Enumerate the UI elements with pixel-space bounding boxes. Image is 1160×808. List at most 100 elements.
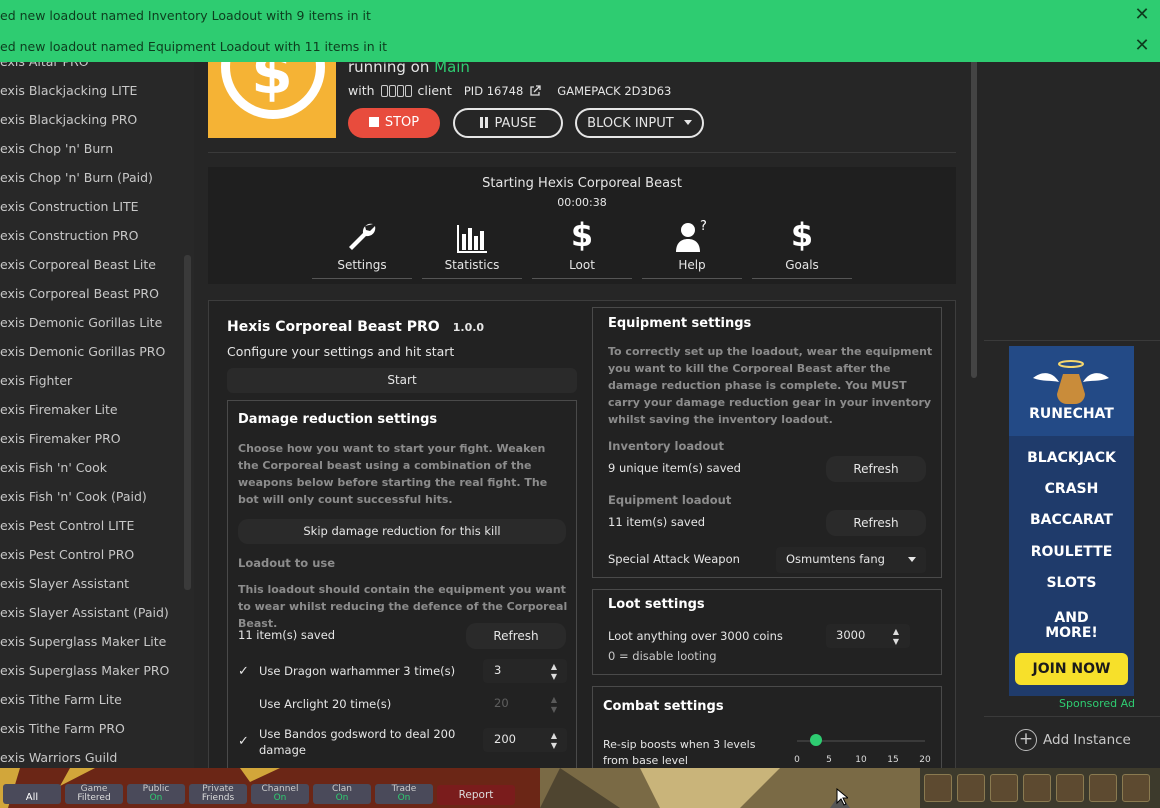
chat-filter-button[interactable]: Channel On	[251, 784, 309, 804]
sidebar-item[interactable]: exis Blackjacking LITE	[0, 76, 190, 105]
chevron-down-icon	[683, 120, 692, 125]
client-label: client	[417, 83, 452, 98]
loot-tab[interactable]: $ Loot	[532, 216, 632, 279]
chevron-down-icon	[908, 557, 916, 562]
script-version: 1.0.0	[452, 321, 485, 334]
run-timer: 00:00:38	[557, 196, 607, 209]
svg-text:?: ?	[700, 219, 707, 234]
chat-filter-button[interactable]: Game Filtered	[65, 784, 123, 804]
refresh-loadout-button[interactable]: Refresh	[466, 623, 566, 649]
dwh-checkbox[interactable]: ✓	[238, 664, 249, 679]
ad-line: BLACKJACK	[1027, 450, 1116, 466]
sidebar-item[interactable]: exis Construction LITE	[0, 192, 190, 221]
script-list-sidebar: exis Altar PROexis Blackjacking LITEexis…	[0, 0, 194, 768]
mouse-cursor-icon	[836, 788, 848, 806]
dwh-count-input[interactable]: 3 ▲ ▼	[483, 659, 567, 683]
ad-join-now-button[interactable]: JOIN NOW	[1015, 653, 1128, 685]
special-attack-select[interactable]: Osmumtens fang	[776, 547, 926, 573]
bgs-checkbox[interactable]: ✓	[238, 734, 249, 749]
start-button[interactable]: Start	[227, 368, 577, 393]
stepper-up-icon[interactable]: ▲	[891, 627, 901, 636]
sidebar-item[interactable]: exis Pest Control LITE	[0, 511, 190, 540]
close-icon[interactable]: ✕	[1132, 31, 1152, 62]
block-input-dropdown[interactable]: BLOCK INPUT	[575, 108, 704, 138]
sponsored-ad[interactable]: RUNECHAT BLACKJACK CRASH BACCARAT ROULETTE S…	[1009, 346, 1134, 696]
chat-filter-button[interactable]: All	[3, 784, 61, 804]
slider-tick-label: 0	[794, 755, 800, 765]
sidebar-item[interactable]: exis Blackjacking PRO	[0, 105, 190, 134]
sidebar-scrollbar[interactable]	[184, 255, 191, 590]
equipment-saved-count: 11 item(s) saved	[608, 515, 706, 529]
goals-tab[interactable]: $ Goals	[752, 216, 852, 279]
sidebar-item[interactable]: exis Corporeal Beast PRO	[0, 279, 190, 308]
statistics-tab[interactable]: Statistics	[422, 216, 522, 279]
sidebar-item[interactable]: exis Demonic Gorillas Lite	[0, 308, 190, 337]
bgs-damage-input[interactable]: 200 ▲ ▼	[483, 728, 567, 752]
chat-filter-button[interactable]: Clan On	[313, 784, 371, 804]
add-instance-button[interactable]: + Add Instance	[1015, 729, 1131, 751]
sidebar-item[interactable]: exis Superglass Maker Lite	[0, 627, 190, 656]
quests-icon[interactable]	[990, 774, 1018, 802]
sidebar-item[interactable]: exis Firemaker Lite	[0, 395, 190, 424]
stepper-up-icon[interactable]: ▲	[549, 731, 559, 740]
script-logo: $	[208, 50, 336, 138]
magic-icon[interactable]	[1122, 774, 1150, 802]
stepper-down-icon[interactable]: ▼	[549, 672, 559, 681]
loot-threshold-input[interactable]: 3000 ▲ ▼	[826, 624, 910, 648]
sidebar-item[interactable]: exis Fighter	[0, 366, 190, 395]
stepper-down-icon[interactable]: ▼	[549, 705, 559, 714]
gamepack-label: GAMEPACK 2D3D63	[557, 83, 672, 98]
sidebar-item[interactable]: exis Chop 'n' Burn	[0, 134, 190, 163]
sidebar-item[interactable]: exis Warriors Guild	[0, 743, 190, 768]
report-button[interactable]: Report	[437, 785, 515, 805]
sidebar-item[interactable]: exis Tithe Farm Lite	[0, 685, 190, 714]
dwh-label: Use Dragon warhammer 3 time(s)	[259, 664, 456, 678]
help-tab[interactable]: ? Help	[642, 216, 742, 279]
arclight-count-input[interactable]: 20 ▲ ▼	[483, 692, 567, 716]
sidebar-item[interactable]: exis Fish 'n' Cook	[0, 453, 190, 482]
refresh-equipment-button[interactable]: Refresh	[826, 510, 926, 536]
app-window: exis Altar PROexis Blackjacking LITEexis…	[0, 0, 1160, 808]
chat-filter-button[interactable]: Public On	[127, 784, 185, 804]
wrench-icon	[349, 223, 376, 250]
prayer-icon[interactable]	[1089, 774, 1117, 802]
sidebar-item[interactable]: exis Fish 'n' Cook (Paid)	[0, 482, 190, 511]
script-name: Hexis Corporeal Beast PRO	[227, 319, 440, 335]
equipment-icon[interactable]	[1056, 774, 1084, 802]
stepper-down-icon[interactable]: ▼	[891, 637, 901, 646]
stats-icon[interactable]	[957, 774, 985, 802]
chat-filter-button[interactable]: Trade On	[375, 784, 433, 804]
arclight-checkbox[interactable]	[238, 697, 250, 709]
combat-title: Combat settings	[603, 699, 724, 714]
sidebar-item[interactable]: exis Corporeal Beast Lite	[0, 250, 190, 279]
stop-button[interactable]: STOP	[348, 108, 440, 138]
combat-icon[interactable]	[924, 774, 952, 802]
pause-button[interactable]: PAUSE	[453, 108, 563, 138]
sidebar-item[interactable]: exis Demonic Gorillas PRO	[0, 337, 190, 366]
sidebar-item[interactable]: exis Firemaker PRO	[0, 424, 190, 453]
sidebar-item[interactable]: exis Slayer Assistant (Paid)	[0, 598, 190, 627]
external-link-icon[interactable]	[529, 84, 541, 97]
sidebar-item[interactable]: exis Chop 'n' Burn (Paid)	[0, 163, 190, 192]
ad-line: CRASH	[1044, 481, 1099, 497]
sidebar-item[interactable]: exis Tithe Farm PRO	[0, 714, 190, 743]
refresh-inventory-button[interactable]: Refresh	[826, 456, 926, 482]
stepper-down-icon[interactable]: ▼	[549, 741, 559, 750]
dollar-icon: $	[570, 216, 594, 254]
stepper-up-icon[interactable]: ▲	[549, 695, 559, 704]
chat-filter-button[interactable]: Private Friends	[189, 784, 247, 804]
inventory-loadout-title: Inventory loadout	[608, 439, 724, 453]
sidebar-item[interactable]: exis Construction PRO	[0, 221, 190, 250]
sidebar-item[interactable]: exis Superglass Maker PRO	[0, 656, 190, 685]
main-scrollbar[interactable]	[971, 40, 977, 378]
bar-chart-icon	[457, 225, 487, 253]
skip-damage-reduction-button[interactable]: Skip damage reduction for this kill	[238, 519, 566, 544]
settings-tab[interactable]: Settings	[312, 216, 412, 279]
inventory-icon[interactable]	[1023, 774, 1051, 802]
loadout-saved-count: 11 item(s) saved	[238, 628, 336, 642]
slider-tick-label: 20	[919, 755, 931, 765]
sidebar-item[interactable]: exis Pest Control PRO	[0, 540, 190, 569]
stepper-up-icon[interactable]: ▲	[549, 662, 559, 671]
sidebar-item[interactable]: exis Slayer Assistant	[0, 569, 190, 598]
close-icon[interactable]: ✕	[1132, 0, 1152, 31]
